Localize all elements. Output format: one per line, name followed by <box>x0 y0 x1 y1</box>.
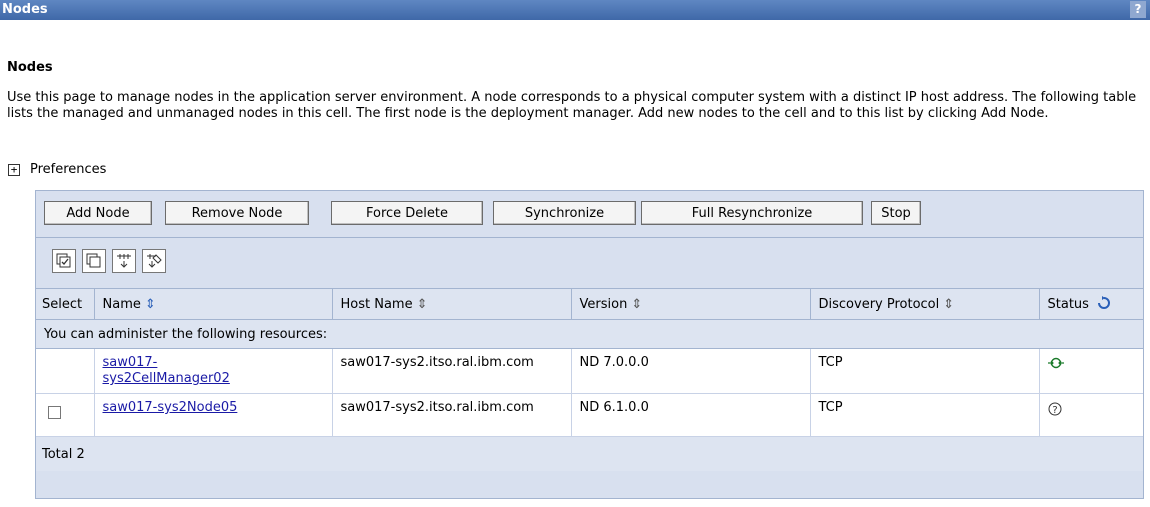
clear-filter-icon[interactable] <box>142 249 166 273</box>
stop-button[interactable]: Stop <box>871 201 921 225</box>
total-row: Total 2 <box>36 436 1143 471</box>
status-cell: ? <box>1038 393 1143 437</box>
window-title: Nodes <box>2 2 48 17</box>
sort-icon[interactable]: ⇕ <box>631 297 642 312</box>
host-name-cell: saw017-sys2.itso.ral.ibm.com <box>340 355 534 370</box>
name-column-header[interactable]: Name ⇕ <box>93 288 332 320</box>
node-name-link[interactable]: saw017-sys2Node05 <box>103 400 238 415</box>
refresh-icon[interactable] <box>1097 296 1111 310</box>
page-title: Nodes <box>7 60 53 75</box>
window-titlebar: Nodes ? <box>0 0 1150 20</box>
protocol-cell: TCP <box>809 348 1039 394</box>
synchronized-icon <box>1047 357 1064 369</box>
host-column-header[interactable]: Host Name ⇕ <box>331 288 571 320</box>
status-column-header: Status <box>1038 288 1143 320</box>
version-cell: ND 6.1.0.0 <box>570 393 810 437</box>
table-toolbar <box>52 249 166 273</box>
node-name-link[interactable]: saw017-sys2CellManager02 <box>103 355 253 387</box>
status-cell <box>1038 348 1143 394</box>
synchronize-button[interactable]: Synchronize <box>493 201 636 225</box>
unknown-status-icon: ? <box>1048 402 1061 416</box>
table-header-row: Select Name ⇕ Host Name ⇕ Version ⇕ Discove… <box>36 288 1143 320</box>
sort-icon[interactable]: ⇕ <box>417 297 428 312</box>
resource-info-text: You can administer the following resourc… <box>36 319 1143 349</box>
version-cell: ND 7.0.0.0 <box>570 348 810 394</box>
sort-icon[interactable]: ⇕ <box>943 297 954 312</box>
resource-info-row: You can administer the following resourc… <box>36 319 1143 349</box>
preferences-label[interactable]: Preferences <box>30 162 106 177</box>
host-name-cell: saw017-sys2.itso.ral.ibm.com <box>340 400 534 415</box>
page-description: Use this page to manage nodes in the app… <box>7 90 1137 121</box>
protocol-column-header[interactable]: Discovery Protocol ⇕ <box>809 288 1039 320</box>
protocol-cell: TCP <box>809 393 1039 437</box>
full-resynchronize-button[interactable]: Full Resynchronize <box>641 201 863 225</box>
svg-text:?: ? <box>1052 405 1057 416</box>
total-count: Total 2 <box>36 436 1143 471</box>
deselect-all-icon[interactable] <box>82 249 106 273</box>
expand-icon[interactable]: + <box>8 163 20 176</box>
help-icon[interactable]: ? <box>1130 1 1146 18</box>
remove-node-button[interactable]: Remove Node <box>165 201 309 225</box>
table-row: saw017-sys2Node05 saw017-sys2.itso.ral.i… <box>36 393 1143 437</box>
nodes-table: Select Name ⇕ Host Name ⇕ Version ⇕ Discove… <box>36 288 1143 471</box>
select-column-header: Select <box>36 288 94 320</box>
force-delete-button[interactable]: Force Delete <box>331 201 483 225</box>
show-filter-icon[interactable] <box>112 249 136 273</box>
row-select-checkbox[interactable] <box>48 406 61 419</box>
version-column-header[interactable]: Version ⇕ <box>570 288 810 320</box>
preferences-toggle[interactable]: + Preferences <box>8 162 106 177</box>
select-cell-empty <box>36 348 94 394</box>
sort-icon[interactable]: ⇕ <box>145 297 156 312</box>
nodes-collection-panel: Add Node Remove Node Force Delete Synchr… <box>35 190 1144 499</box>
table-row: saw017-sys2CellManager02 saw017-sys2.its… <box>36 348 1143 394</box>
select-all-icon[interactable] <box>52 249 76 273</box>
divider <box>36 237 1143 238</box>
add-node-button[interactable]: Add Node <box>44 201 152 225</box>
